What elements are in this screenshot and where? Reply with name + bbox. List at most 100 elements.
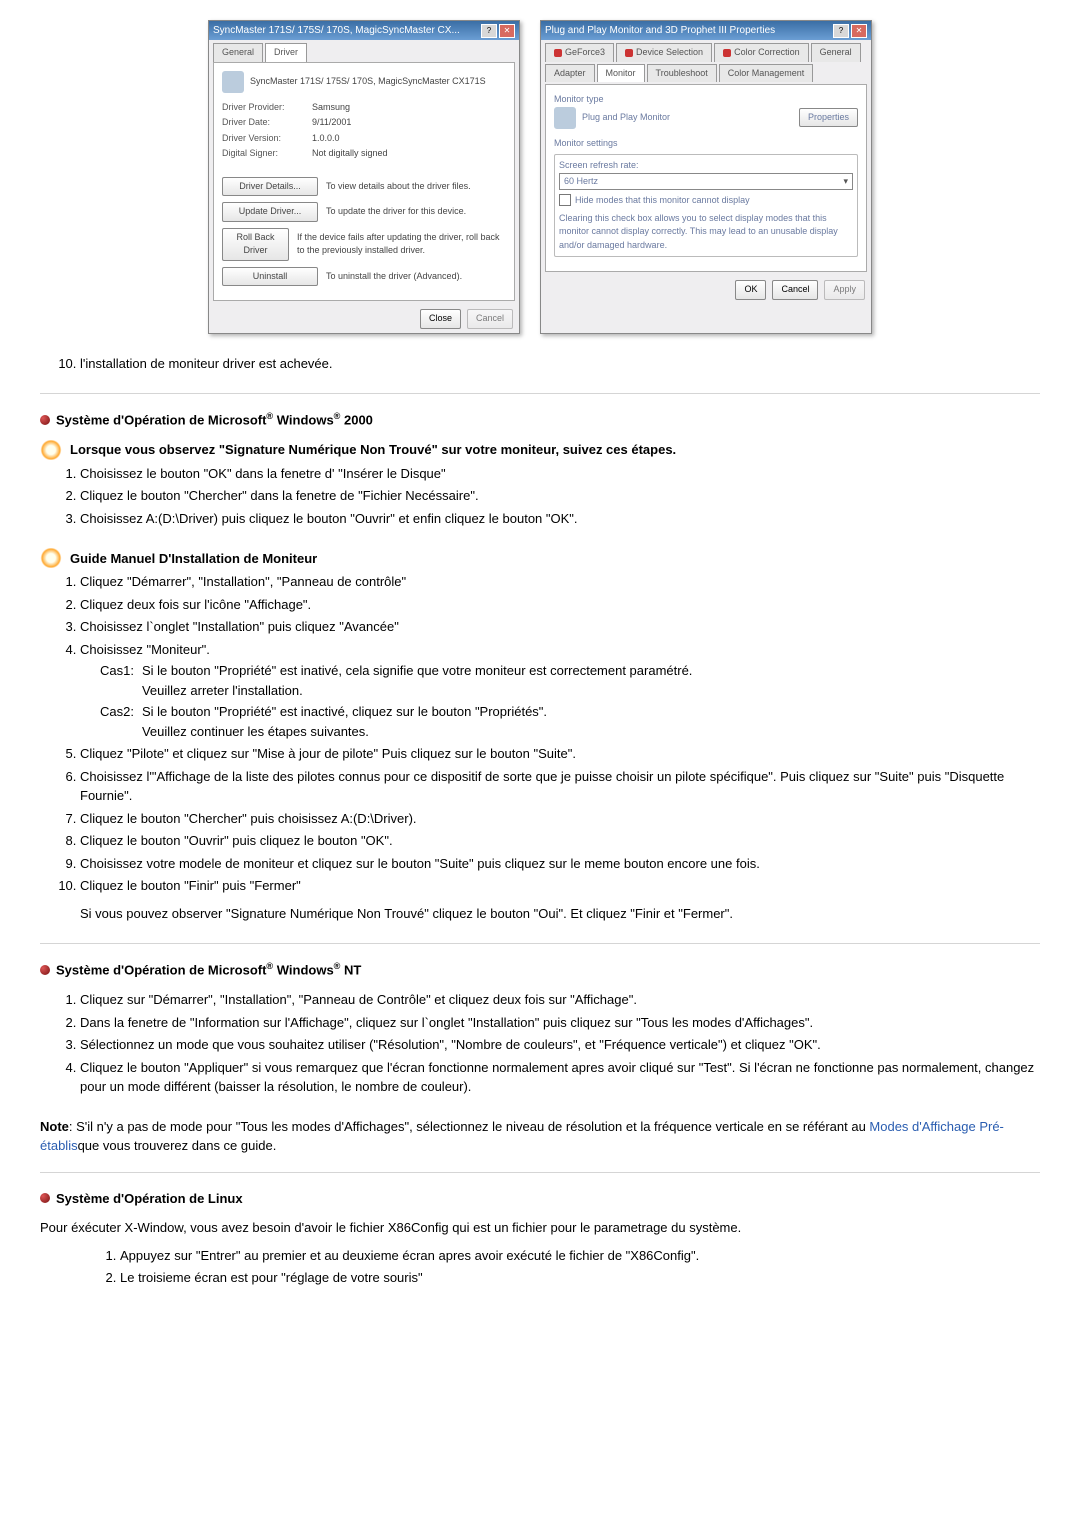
- tab-color-management[interactable]: Color Management: [719, 64, 814, 83]
- refresh-rate-value: 60 Hertz: [564, 175, 598, 189]
- case-label: Cas2:: [100, 702, 134, 741]
- case-text: Si le bouton "Propriété" est inativé, ce…: [142, 661, 692, 681]
- dialog-title: Plug and Play Monitor and 3D Prophet III…: [545, 23, 775, 38]
- sun-icon: [40, 548, 62, 568]
- dialog-titlebar: SyncMaster 171S/ 175S/ 170S, MagicSyncMa…: [209, 21, 519, 40]
- case-text: Veuillez arreter l'installation.: [142, 681, 692, 701]
- list-item: Choisissez A:(D:\Driver) puis cliquez le…: [80, 509, 1040, 529]
- linux-intro: Pour éxécuter X-Window, vous avez besoin…: [40, 1218, 1040, 1238]
- list-item: Choisissez l'"Affichage de la liste des …: [80, 767, 1040, 806]
- help-icon[interactable]: ?: [833, 24, 849, 38]
- case-label: Cas1:: [100, 661, 134, 700]
- divider: [40, 1172, 1040, 1173]
- case-row: Cas1: Si le bouton "Propriété" est inati…: [100, 661, 1040, 700]
- dialog-footer: OK Cancel Apply: [541, 276, 871, 304]
- list-item: Cliquez le bouton "Ouvrir" puis cliquez …: [80, 831, 1040, 851]
- hide-modes-desc: Clearing this check box allows you to se…: [559, 212, 853, 253]
- list-item: Sélectionnez un mode que vous souhaitez …: [80, 1035, 1040, 1055]
- provider-label: Driver Provider:: [222, 101, 312, 115]
- dialog-tabs: GeForce3 Device Selection Color Correcti…: [541, 40, 871, 84]
- cancel-button: Cancel: [467, 309, 513, 329]
- install-finish-list: l'installation de moniteur driver est ac…: [40, 354, 1040, 374]
- monitor-icon: [222, 71, 244, 93]
- list-item: Cliquez le bouton "Chercher" puis choisi…: [80, 809, 1040, 829]
- refresh-rate-select[interactable]: 60 Hertz ▾: [559, 173, 853, 191]
- monitor-settings-label: Monitor settings: [554, 137, 858, 151]
- hide-modes-label: Hide modes that this monitor cannot disp…: [575, 194, 750, 208]
- dialog-body: Monitor type Plug and Play Monitor Prope…: [545, 84, 867, 272]
- monitor-properties-dialog: Plug and Play Monitor and 3D Prophet III…: [540, 20, 872, 334]
- close-button[interactable]: Close: [420, 309, 461, 329]
- cancel-button[interactable]: Cancel: [772, 280, 818, 300]
- refresh-rate-label: Screen refresh rate:: [559, 159, 853, 173]
- divider: [40, 393, 1040, 394]
- ok-button[interactable]: OK: [735, 280, 766, 300]
- apply-button: Apply: [824, 280, 865, 300]
- divider: [40, 943, 1040, 944]
- dialog-title: SyncMaster 171S/ 175S/ 170S, MagicSyncMa…: [213, 23, 460, 38]
- tab-adapter[interactable]: Adapter: [545, 64, 595, 83]
- list-item: Cliquez deux fois sur l'icône "Affichage…: [80, 595, 1040, 615]
- tab-driver[interactable]: Driver: [265, 43, 307, 62]
- uninstall-button[interactable]: Uninstall: [222, 267, 318, 287]
- winnt-note: Note: S'il n'y a pas de mode pour "Tous …: [40, 1117, 1040, 1156]
- help-icon[interactable]: ?: [481, 24, 497, 38]
- dialog-tabs: General Driver: [209, 40, 519, 62]
- linux-steps: Appuyez sur "Entrer" au premier et au de…: [40, 1246, 1040, 1288]
- nvidia-icon: [723, 49, 731, 57]
- tab-general[interactable]: General: [213, 43, 263, 62]
- bullet-icon: [40, 965, 50, 975]
- version-label: Driver Version:: [222, 132, 312, 146]
- provider-value: Samsung: [312, 101, 350, 115]
- hide-modes-checkbox[interactable]: Hide modes that this monitor cannot disp…: [559, 194, 853, 208]
- update-driver-desc: To update the driver for this device.: [326, 205, 466, 219]
- sun-icon: [40, 440, 62, 460]
- list-item: Cliquez sur "Démarrer", "Installation", …: [80, 990, 1040, 1010]
- guide-steps: Cliquez "Démarrer", "Installation", "Pan…: [40, 572, 1040, 923]
- dialog-titlebar: Plug and Play Monitor and 3D Prophet III…: [541, 21, 871, 40]
- driver-details-button[interactable]: Driver Details...: [222, 177, 318, 197]
- case-text: Veuillez continuer les étapes suivantes.: [142, 722, 547, 742]
- window-buttons: ? ✕: [481, 24, 515, 38]
- window-buttons: ? ✕: [833, 24, 867, 38]
- bullet-icon: [40, 1193, 50, 1203]
- note-label: Note: [40, 1119, 69, 1134]
- rollback-driver-button[interactable]: Roll Back Driver: [222, 228, 289, 261]
- monitor-type-label: Monitor type: [554, 93, 858, 107]
- uninstall-desc: To uninstall the driver (Advanced).: [326, 270, 462, 284]
- list-item: l'installation de moniteur driver est ac…: [80, 354, 1040, 374]
- winnt-steps: Cliquez sur "Démarrer", "Installation", …: [40, 990, 1040, 1097]
- signer-value: Not digitally signed: [312, 147, 388, 161]
- monitor-settings-group: Screen refresh rate: 60 Hertz ▾ Hide mod…: [554, 154, 858, 257]
- list-item: Choisissez votre modele de moniteur et c…: [80, 854, 1040, 874]
- tab-troubleshoot[interactable]: Troubleshoot: [647, 64, 717, 83]
- signer-label: Digital Signer:: [222, 147, 312, 161]
- list-item: Cliquez le bouton "Appliquer" si vous re…: [80, 1058, 1040, 1097]
- close-icon[interactable]: ✕: [851, 24, 867, 38]
- tab-geforce3[interactable]: GeForce3: [545, 43, 614, 62]
- tab-monitor[interactable]: Monitor: [597, 64, 645, 83]
- list-item: Cliquez "Pilote" et cliquez sur "Mise à …: [80, 744, 1040, 764]
- section-title-winnt: Système d'Opération de Microsoft® Window…: [40, 960, 1040, 980]
- update-driver-button[interactable]: Update Driver...: [222, 202, 318, 222]
- close-icon[interactable]: ✕: [499, 24, 515, 38]
- nvidia-icon: [554, 49, 562, 57]
- list-item: Choisissez "Moniteur". Cas1: Si le bouto…: [80, 640, 1040, 742]
- date-value: 9/11/2001: [312, 116, 351, 130]
- case-row: Cas2: Si le bouton "Propriété" est inact…: [100, 702, 1040, 741]
- dialog-body: SyncMaster 171S/ 175S/ 170S, MagicSyncMa…: [213, 62, 515, 302]
- case-text: Si le bouton "Propriété" est inactivé, c…: [142, 702, 547, 722]
- subhead-signature: Lorsque vous observez "Signature Numériq…: [40, 440, 1040, 460]
- list-item: Cliquez "Démarrer", "Installation", "Pan…: [80, 572, 1040, 592]
- tab-general[interactable]: General: [811, 43, 861, 62]
- tab-device-selection[interactable]: Device Selection: [616, 43, 712, 62]
- properties-button[interactable]: Properties: [799, 108, 858, 128]
- driver-properties-dialog: SyncMaster 171S/ 175S/ 170S, MagicSyncMa…: [208, 20, 520, 334]
- subhead-guide: Guide Manuel D'Installation de Moniteur: [40, 548, 1040, 568]
- section-title-linux: Système d'Opération de Linux: [40, 1189, 1040, 1209]
- tab-color-correction[interactable]: Color Correction: [714, 43, 809, 62]
- monitor-type-value: Plug and Play Monitor: [582, 111, 793, 125]
- chevron-down-icon: ▾: [843, 175, 848, 189]
- list-item: Cliquez le bouton "Finir" puis "Fermer" …: [80, 876, 1040, 923]
- signature-tail-note: Si vous pouvez observer "Signature Numér…: [80, 904, 1040, 924]
